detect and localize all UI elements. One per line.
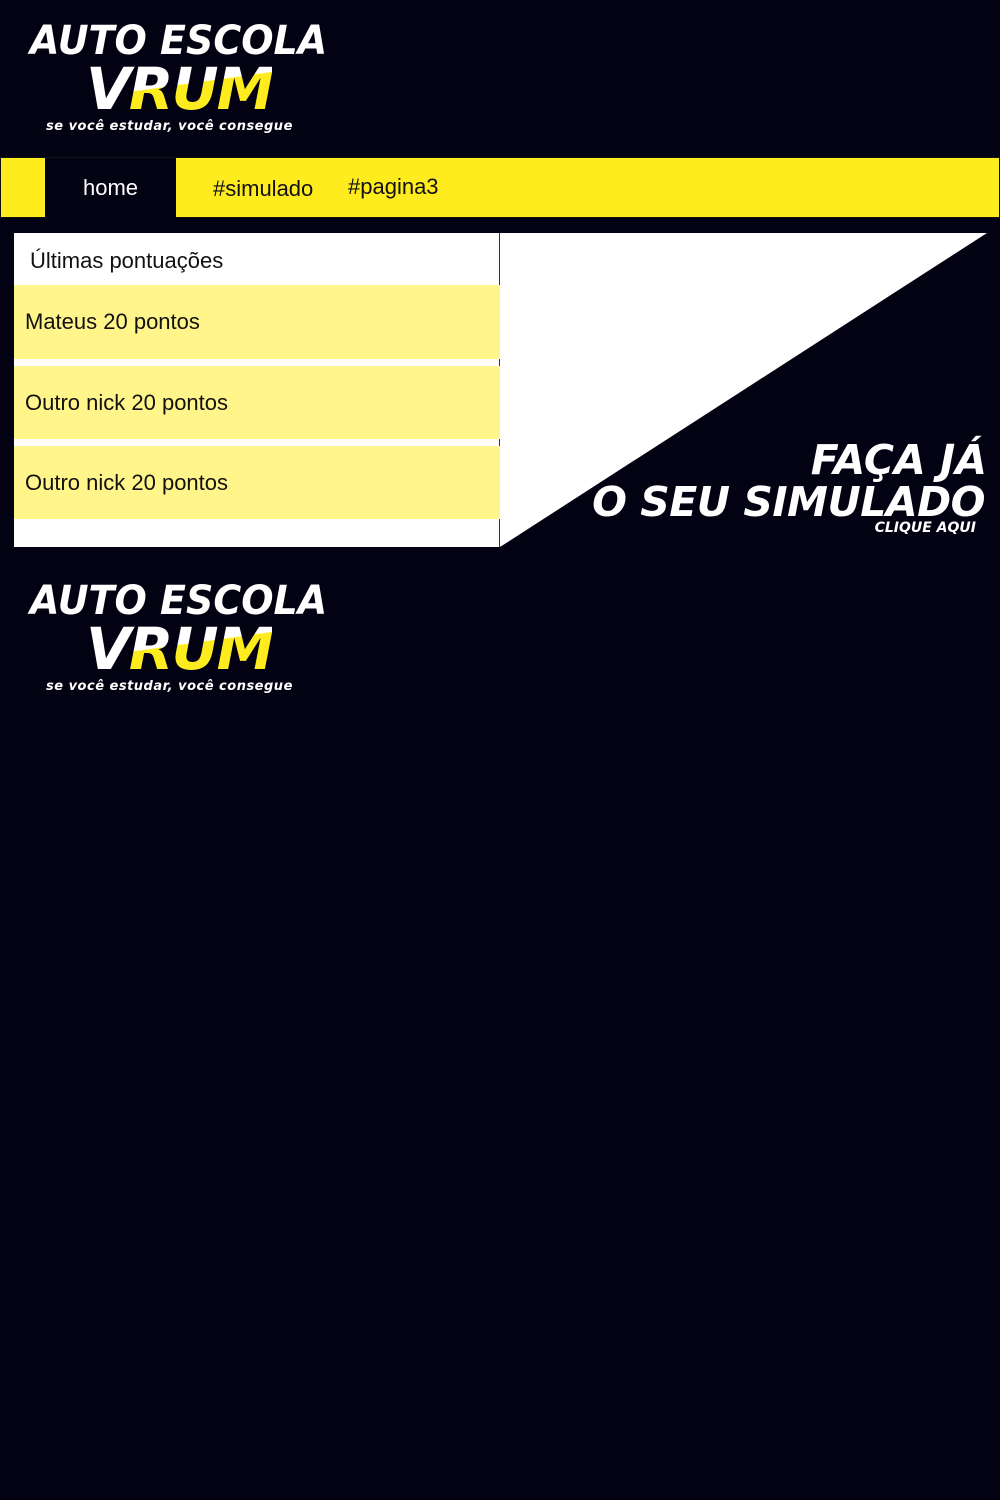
nav-bar: home #simulado #pagina3: [0, 157, 1000, 218]
score-row: Outro nick 20 pontos: [14, 366, 500, 439]
simulado-cta-banner[interactable]: FAÇA JÁ O SEU SIMULADO CLIQUE AQUI: [500, 233, 987, 547]
score-row: Outro nick 20 pontos: [14, 446, 500, 519]
tab-home-label: home: [82, 175, 139, 200]
logo-tagline: se você estudar, você consegue: [46, 119, 293, 134]
logo-wordmark-rum: RUM: [128, 55, 274, 123]
cta-click-here-link[interactable]: CLIQUE AQUI: [875, 520, 976, 536]
logo-wordmark-rum: RUM: [128, 615, 274, 683]
tab-home[interactable]: home: [45, 158, 176, 218]
latest-scores-heading: Últimas pontuações: [30, 248, 224, 273]
logo-wordmark-v: V: [86, 55, 131, 123]
cta-headline-2: O SEU SIMULADO: [592, 478, 985, 526]
logo-footer[interactable]: AUTO ESCOLA VRUM se você estudar, você c…: [28, 578, 358, 698]
logo-wordmark: VRUM: [86, 615, 274, 683]
cta-headline-1: FAÇA JÁ: [810, 436, 987, 484]
tab-simulado[interactable]: #simulado: [213, 176, 313, 202]
tab-pagina3[interactable]: #pagina3: [348, 174, 439, 200]
latest-scores-panel: Últimas pontuações Mateus 20 pontos Outr…: [14, 233, 500, 547]
logo-wordmark-v: V: [86, 615, 131, 683]
logo-header[interactable]: AUTO ESCOLA VRUM se você estudar, você c…: [28, 18, 358, 138]
logo-wordmark: VRUM: [86, 55, 274, 123]
score-row: Mateus 20 pontos: [14, 285, 500, 359]
logo-tagline: se você estudar, você consegue: [46, 679, 293, 694]
